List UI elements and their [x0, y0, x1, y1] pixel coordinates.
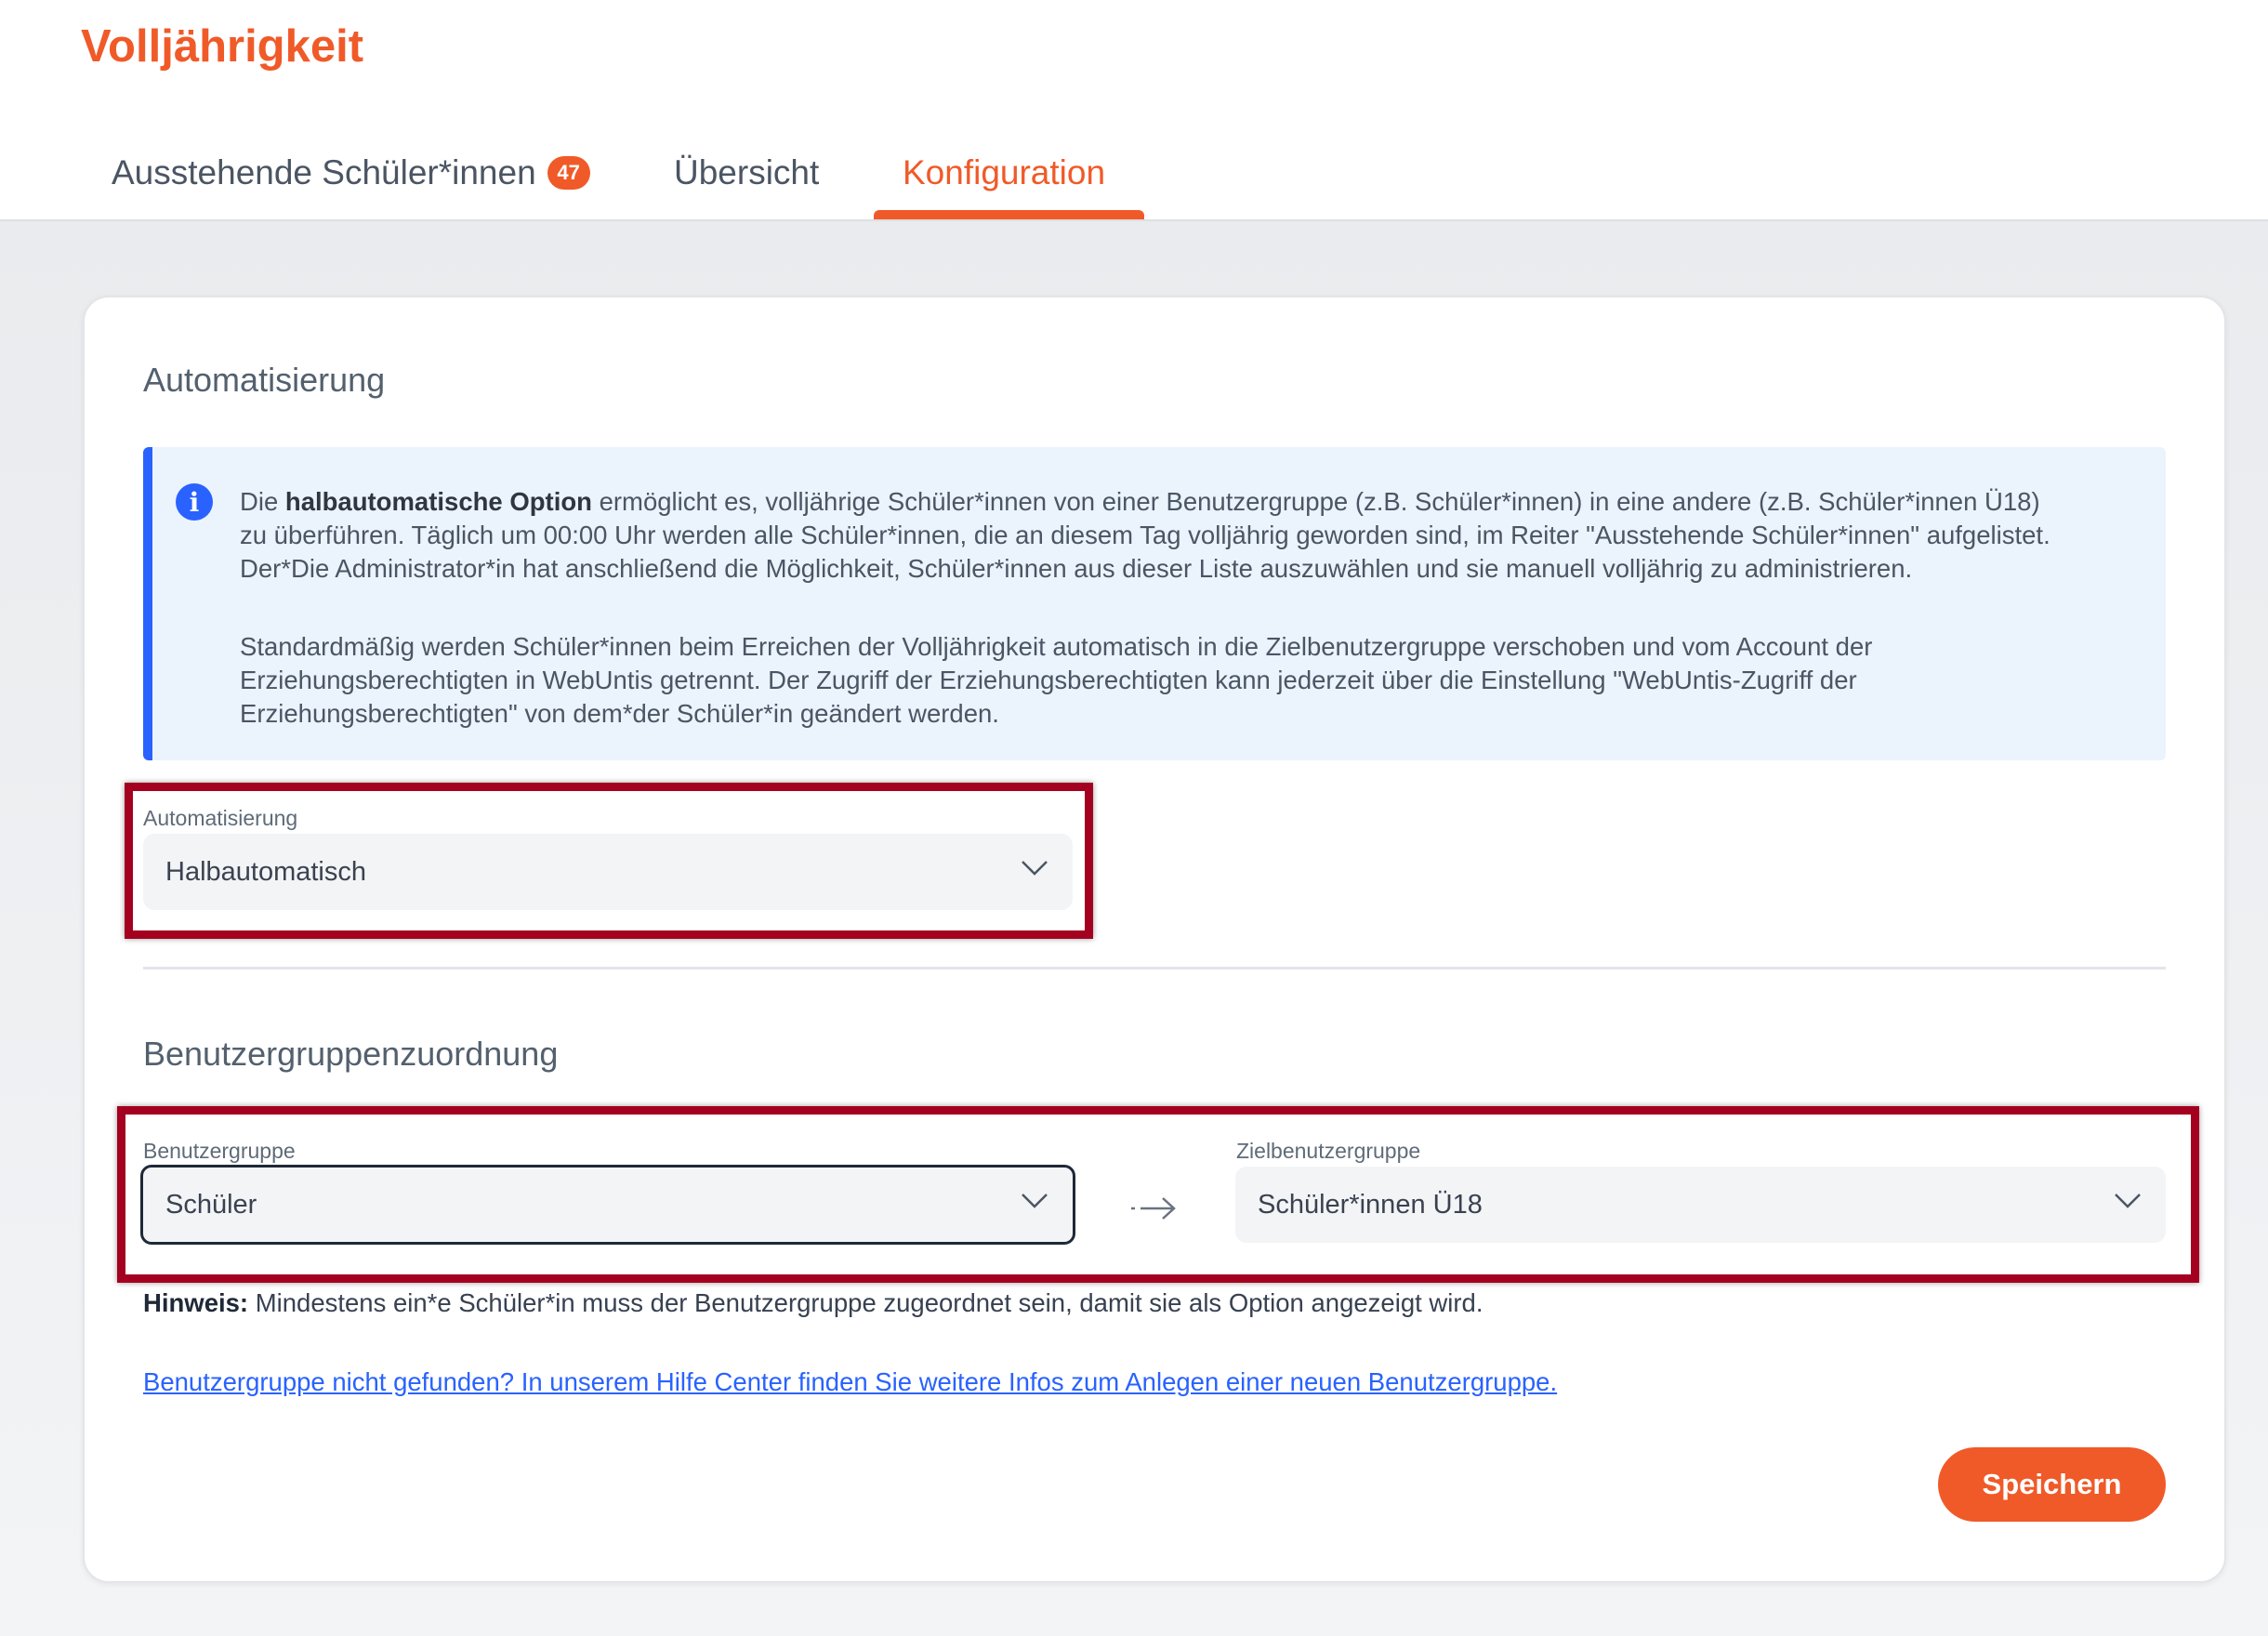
info-line: Die halbautomatische Option ermöglicht e…	[240, 487, 2040, 516]
tab-konfiguration[interactable]: Konfiguration	[903, 153, 1105, 192]
section-title-automation: Automatisierung	[143, 361, 386, 399]
source-group-value: Schüler	[165, 1189, 257, 1220]
count-badge: 47	[547, 156, 590, 190]
target-group-value: Schüler*innen Ü18	[1258, 1189, 1483, 1220]
info-line: Der*Die Administrator*in hat anschließen…	[240, 554, 1913, 583]
chevron-down-icon	[2115, 1194, 2141, 1208]
help-center-link[interactable]: Benutzergruppe nicht gefunden? In unsere…	[143, 1367, 1557, 1397]
section-title-mapping: Benutzergruppenzuordnung	[143, 1035, 559, 1073]
info-bold-term: halbautomatische Option	[284, 487, 592, 516]
hint-text: Hinweis: Mindestens ein*e Schüler*in mus…	[143, 1288, 1483, 1318]
automation-select[interactable]: Halbautomatisch	[143, 834, 1073, 910]
source-group-select[interactable]: Schüler	[140, 1165, 1075, 1245]
chevron-down-icon	[1022, 861, 1048, 876]
source-group-label: Benutzergruppe	[143, 1139, 296, 1163]
target-group-label: Zielbenutzergruppe	[1236, 1139, 1421, 1163]
automation-select-value: Halbautomatisch	[165, 856, 366, 887]
tab-uebersicht[interactable]: Übersicht	[674, 153, 819, 192]
info-paragraph-1: Die halbautomatische Option ermöglicht e…	[240, 485, 2136, 586]
tab-ausstehende[interactable]: Ausstehende Schüler*innen 47	[112, 153, 590, 192]
tab-label: Ausstehende Schüler*innen	[112, 153, 536, 191]
target-group-select[interactable]: Schüler*innen Ü18	[1235, 1167, 2166, 1243]
info-line: zu überführen. Täglich um 00:00 Uhr werd…	[240, 521, 2050, 549]
info-paragraph-2: Standardmäßig werden Schüler*innen beim …	[240, 630, 2136, 731]
tab-label: Konfiguration	[903, 153, 1106, 191]
section-divider	[143, 967, 2166, 970]
hint-label: Hinweis:	[143, 1288, 249, 1317]
arrow-right-icon	[1131, 1197, 1176, 1220]
active-tab-indicator	[874, 210, 1144, 219]
tab-label: Übersicht	[674, 153, 820, 191]
automation-field-label: Automatisierung	[143, 806, 298, 830]
info-line: Erziehungsberechtigten" von dem*der Schü…	[240, 699, 999, 728]
save-button[interactable]: Speichern	[1938, 1447, 2166, 1522]
page-header: Volljährigkeit Ausstehende Schüler*innen…	[0, 0, 2268, 221]
info-line: Standardmäßig werden Schüler*innen beim …	[240, 632, 1873, 661]
page-title: Volljährigkeit	[81, 21, 364, 72]
info-line: Erziehungsberechtigten in WebUntis getre…	[240, 666, 1857, 694]
hint-body: Mindestens ein*e Schüler*in muss der Ben…	[248, 1288, 1483, 1317]
info-icon: i	[176, 483, 213, 521]
chevron-down-icon	[1022, 1194, 1048, 1208]
